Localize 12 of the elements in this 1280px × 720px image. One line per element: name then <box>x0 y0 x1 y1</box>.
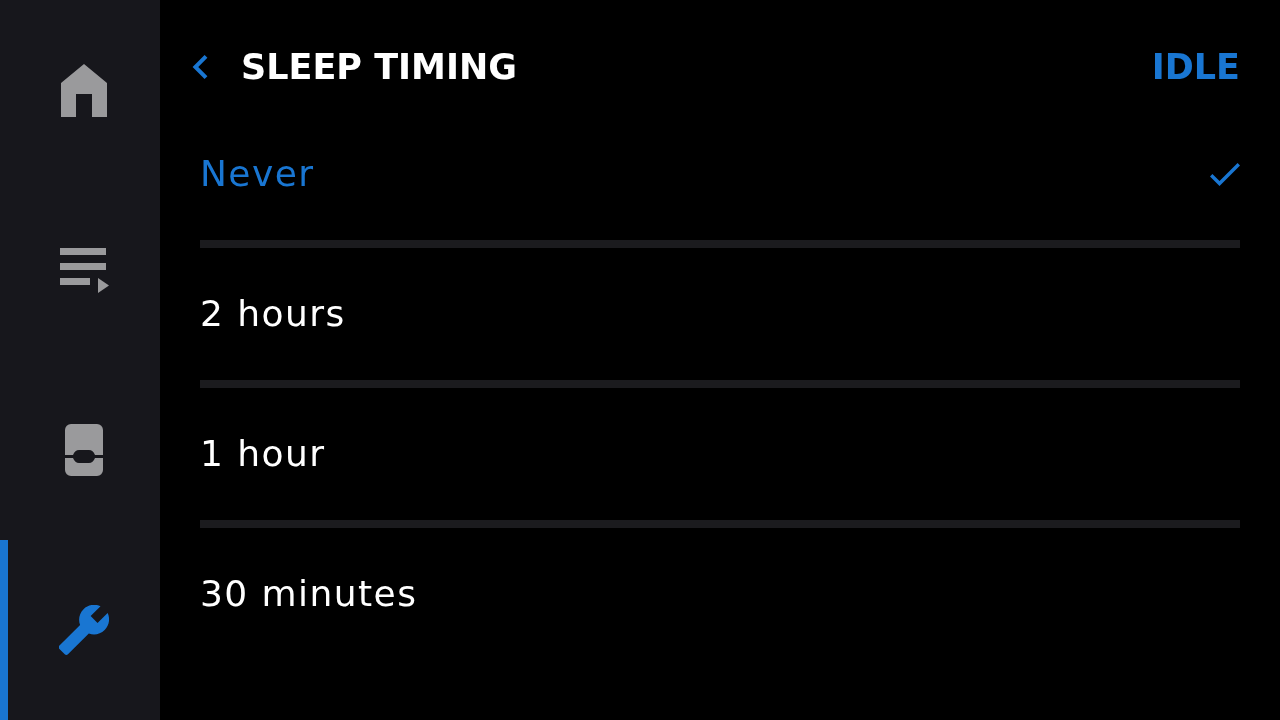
sleep-option[interactable]: 2 hours <box>200 248 1240 380</box>
status-label: IDLE <box>1151 49 1240 85</box>
page-title: SLEEP TIMING <box>241 49 517 85</box>
sleep-option[interactable]: 30 minutes <box>200 528 1240 660</box>
wrench-icon <box>59 605 109 655</box>
sleep-option[interactable]: 1 hour <box>200 388 1240 520</box>
chevron-left-icon <box>192 55 208 79</box>
home-icon <box>61 63 107 117</box>
sleep-option[interactable]: Never <box>200 108 1240 240</box>
playlist-icon <box>59 247 109 293</box>
check-icon <box>1210 162 1240 186</box>
split-block-icon <box>65 424 103 476</box>
